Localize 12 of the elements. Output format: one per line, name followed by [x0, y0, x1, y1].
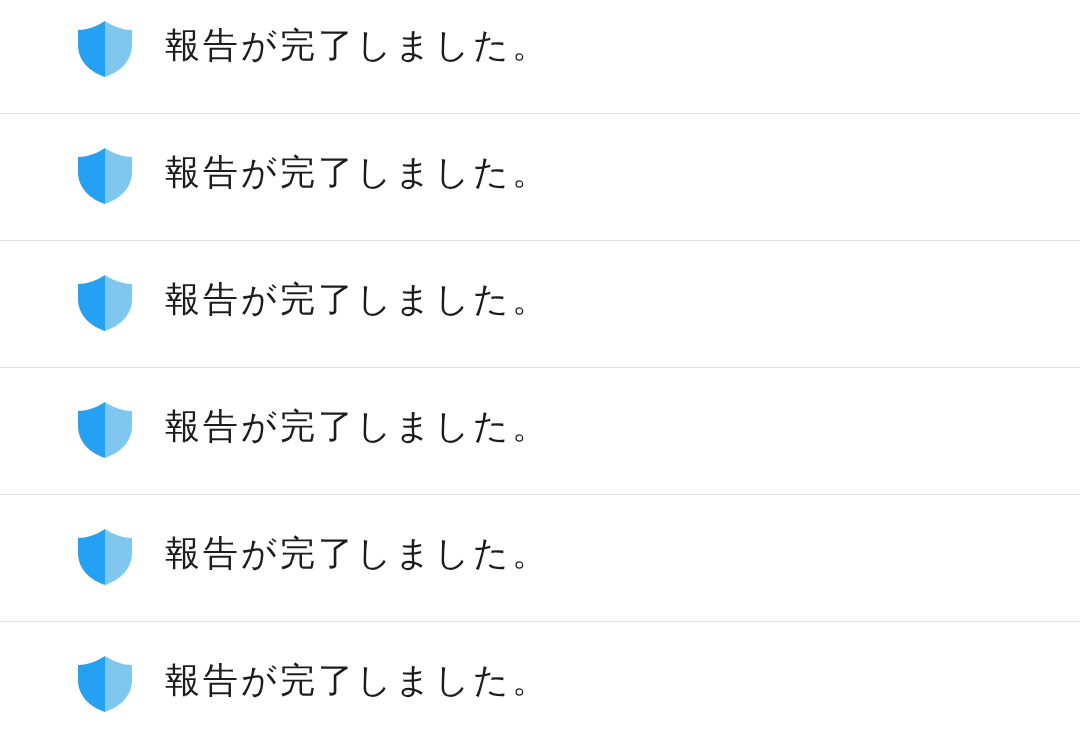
- notification-message: 報告が完了しました。: [165, 405, 550, 447]
- shield-icon: [78, 21, 132, 77]
- shield-icon: [78, 148, 132, 204]
- shield-icon: [78, 275, 132, 331]
- notification-message: 報告が完了しました。: [165, 659, 550, 701]
- notification-message: 報告が完了しました。: [165, 532, 550, 574]
- notification-message: 報告が完了しました。: [165, 151, 550, 193]
- shield-icon: [78, 402, 132, 458]
- shield-icon: [78, 656, 132, 712]
- notification-message: 報告が完了しました。: [165, 24, 550, 66]
- shield-icon: [78, 529, 132, 585]
- notification-message: 報告が完了しました。: [165, 278, 550, 320]
